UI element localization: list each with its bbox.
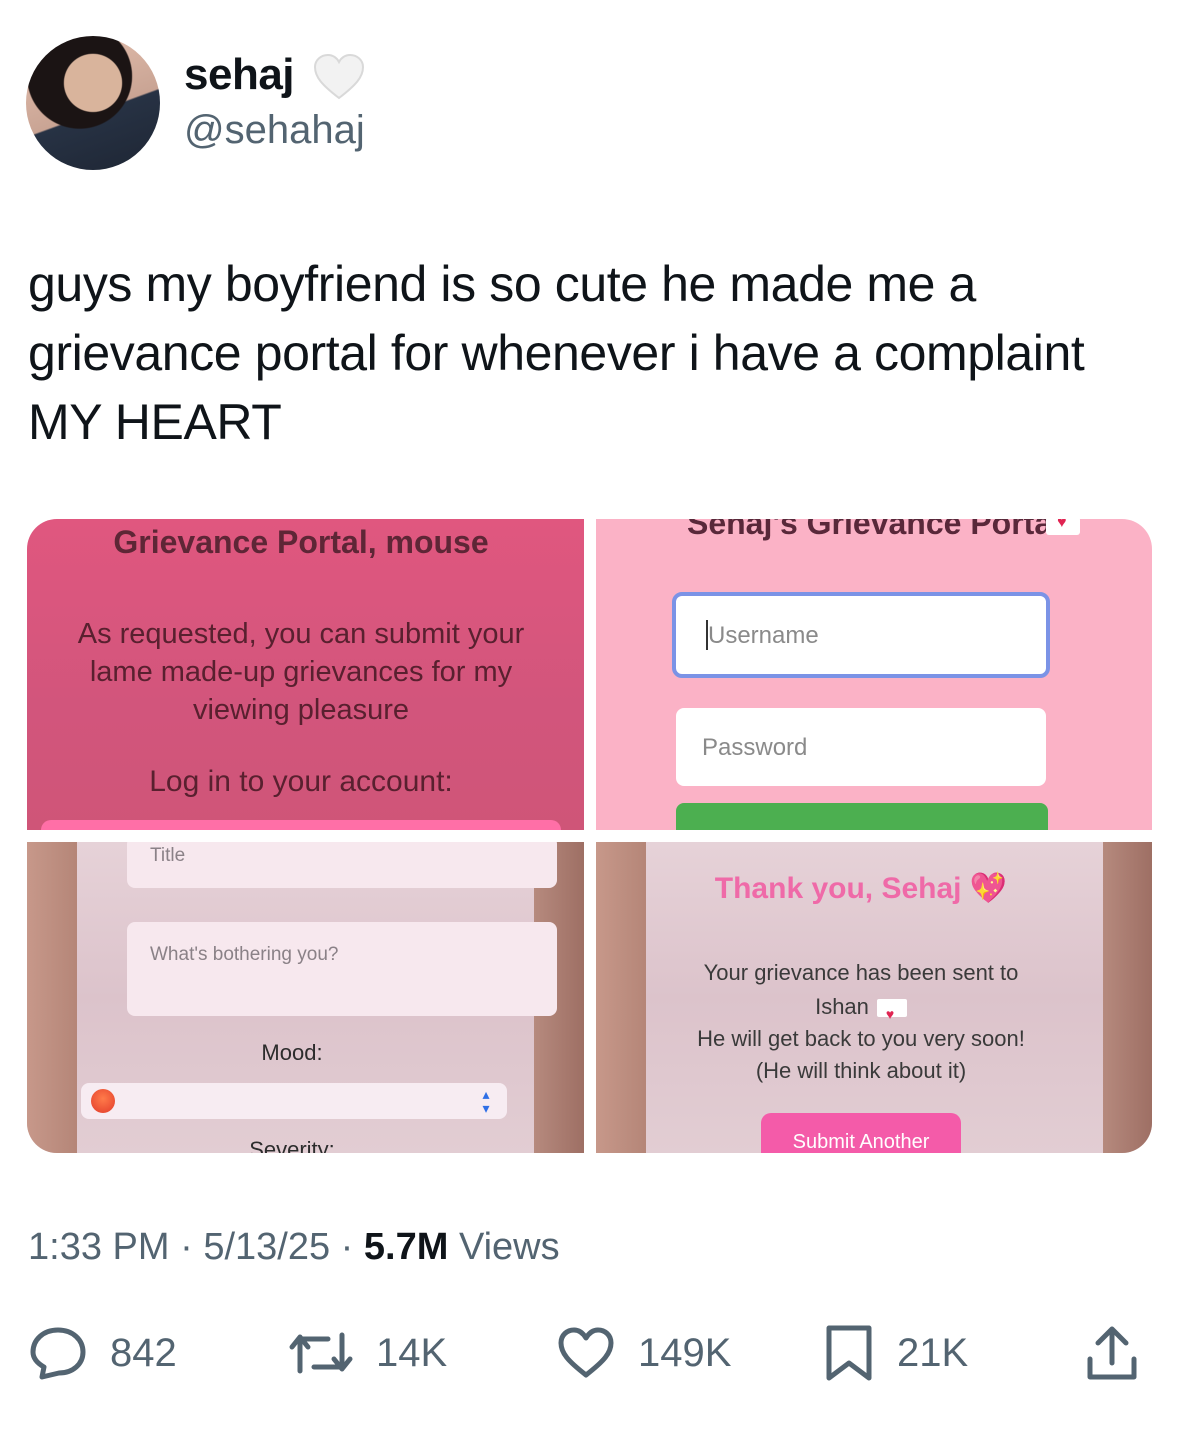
reply-line: (He will think about it) <box>755 1058 967 1083</box>
sent-line-name: Ishan ♥ <box>596 990 1126 1024</box>
title-placeholder: Title <box>150 845 186 866</box>
author-avatar[interactable] <box>26 36 160 170</box>
password-placeholder: Password <box>702 734 808 761</box>
views-label: Views <box>458 1226 560 1268</box>
bothering-field: What's bothering you? <box>127 922 557 1016</box>
views-count: 5.7M <box>363 1226 449 1268</box>
reply-icon <box>30 1327 86 1380</box>
sent-message: Your grievance has been sent to Ishan ♥ <box>596 956 1126 1024</box>
share-button[interactable] <box>1084 1323 1162 1383</box>
username-field: Username <box>672 592 1050 678</box>
login-button <box>676 803 1048 830</box>
pink-input-edge <box>41 820 561 830</box>
mood-label: Mood: <box>261 1040 323 1065</box>
reply-line: He will get back to you very soon! <box>697 1026 1025 1051</box>
white-heart-icon <box>313 53 365 100</box>
thank-you-heading: Thank you, Sehaj 💖 <box>714 872 1008 905</box>
share-icon <box>1087 1326 1137 1380</box>
angry-face-icon <box>91 1089 115 1113</box>
heart-icon <box>558 1327 614 1378</box>
tweet-line: guys my boyfriend is so cute he made me … <box>28 256 976 312</box>
mood-select: ▴ ▾ <box>81 1083 507 1119</box>
portal-intro-text: As requested, you can submit your lame m… <box>77 618 525 726</box>
bothering-placeholder: What's bothering you? <box>150 944 339 965</box>
author-name[interactable]: sehaj <box>184 50 295 100</box>
image-login-intro[interactable]: Grievance Portal, mouse As requested, yo… <box>27 519 584 830</box>
title-field: Title <box>127 842 557 888</box>
sent-line: Your grievance has been sent to <box>703 960 1019 985</box>
reply-message: He will get back to you very soon! (He w… <box>596 1023 1126 1087</box>
password-field: Password <box>676 708 1046 786</box>
bookmark-icon <box>826 1325 872 1381</box>
repost-button[interactable]: 14K <box>288 1323 447 1383</box>
tweet-meta: 1:33 PM · 5/13/25 · 5.7M Views <box>28 1226 560 1268</box>
tweet-date[interactable]: 5/13/25 <box>203 1226 330 1268</box>
username-placeholder: Username <box>708 622 819 649</box>
severity-label: Severity: <box>249 1137 335 1153</box>
love-letter-icon: ♥ <box>876 999 907 1022</box>
bookmark-count: 21K <box>897 1330 969 1375</box>
tweet-line: MY HEART <box>28 394 282 450</box>
reply-button[interactable]: 842 <box>28 1323 177 1383</box>
tweet-text: guys my boyfriend is so cute he made me … <box>28 250 1158 457</box>
tweet-line: grievance portal for whenever i have a c… <box>28 325 1085 381</box>
submit-another-button: Submit Another <box>761 1113 961 1153</box>
like-button[interactable]: 149K <box>556 1323 731 1383</box>
login-label: Log in to your account: <box>149 765 453 798</box>
portal-title: Grievance Portal, mouse <box>113 524 489 560</box>
like-count: 149K <box>638 1330 732 1375</box>
image-grievance-form[interactable]: Title What's bothering you? Mood: ▴ ▾ Sev… <box>27 842 584 1153</box>
repost-count: 14K <box>376 1330 448 1375</box>
bookmark-button[interactable]: 21K <box>823 1323 968 1383</box>
repost-icon <box>289 1332 353 1374</box>
media-grid[interactable]: Grievance Portal, mouse As requested, yo… <box>27 519 1152 1153</box>
photo-background-left <box>27 842 79 1153</box>
reply-count: 842 <box>110 1330 177 1375</box>
tweet-time[interactable]: 1:33 PM <box>28 1226 170 1268</box>
image-login-form[interactable]: Sehaj's Grievance Portal ♥ Username Pass… <box>596 519 1152 830</box>
recipient-name: Ishan <box>815 994 869 1019</box>
image-confirmation[interactable]: Thank you, Sehaj 💖 Your grievance has be… <box>596 842 1152 1153</box>
select-arrows-icon: ▴ ▾ <box>482 1086 490 1116</box>
love-letter-icon: ♥ <box>1046 519 1080 535</box>
author-handle[interactable]: @sehahaj <box>184 108 365 153</box>
